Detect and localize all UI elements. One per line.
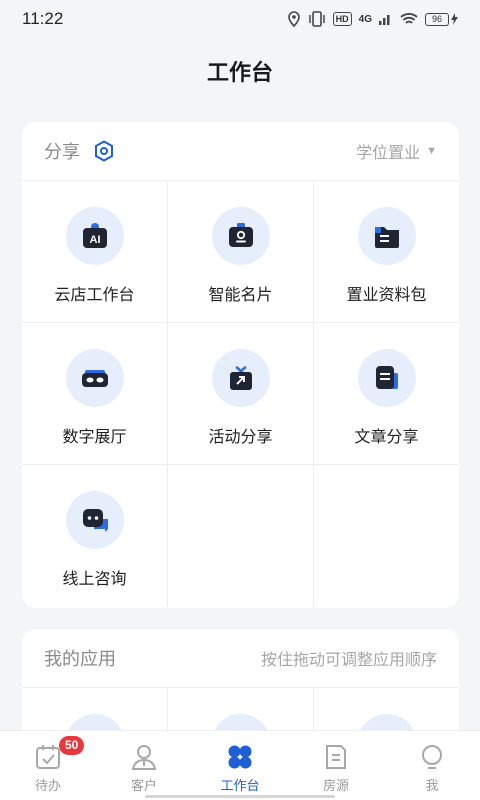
gift-share-icon xyxy=(211,349,270,407)
profile-icon xyxy=(422,745,442,769)
folder-icon xyxy=(357,207,416,265)
tab-customer[interactable]: 客户 xyxy=(96,731,192,800)
battery-icon: 96 xyxy=(425,12,458,26)
chat-consult-icon xyxy=(65,491,124,549)
share-item-smart-card[interactable]: 智能名片 xyxy=(168,181,314,323)
vr-goggles-icon xyxy=(65,349,124,407)
share-card: 分享 学位置业 ▼ AI 云店工作台 智能名片 置业资料包 数字展厅 活动分享 … xyxy=(22,122,459,608)
status-icons: HD 4G 96 xyxy=(287,11,458,27)
share-filter-label: 学位置业 xyxy=(356,145,421,162)
tab-label: 房源 xyxy=(322,778,349,793)
empty-cell xyxy=(314,465,459,607)
business-card-icon xyxy=(211,207,270,265)
share-title: 分享 xyxy=(44,142,80,162)
share-item-info-pack[interactable]: 置业资料包 xyxy=(314,181,459,323)
share-item-label: 数字展厅 xyxy=(62,429,127,446)
caret-down-icon: ▼ xyxy=(426,145,437,157)
my-apps-hint: 按住拖动可调整应用顺序 xyxy=(260,652,437,669)
wifi-icon xyxy=(400,13,418,24)
page-title: 工作台 xyxy=(206,60,273,85)
network-type: 4G xyxy=(358,13,372,25)
share-item-label: 智能名片 xyxy=(208,287,273,304)
listing-doc-icon xyxy=(326,745,346,769)
tab-label: 客户 xyxy=(130,778,157,793)
customer-icon xyxy=(131,745,157,770)
page-header: 工作台 xyxy=(0,38,480,104)
my-apps-header: 我的应用 按住拖动可调整应用顺序 xyxy=(22,629,459,688)
share-item-label: 置业资料包 xyxy=(346,287,427,304)
share-item-label: 文章分享 xyxy=(354,429,419,446)
hd-indicator: HD xyxy=(332,12,352,26)
share-item-activity-share[interactable]: 活动分享 xyxy=(168,323,314,465)
home-indicator[interactable] xyxy=(145,795,335,798)
calendar-check-icon xyxy=(36,745,60,769)
todo-badge: 50 xyxy=(59,736,85,755)
bottom-tab-bar: 50 待办 客户 工作台 房源 我 xyxy=(0,730,480,800)
share-item-cloud-store[interactable]: AI 云店工作台 xyxy=(22,181,168,323)
tab-label: 工作台 xyxy=(220,778,260,793)
vibrate-icon xyxy=(308,11,325,27)
settings-hex-icon[interactable] xyxy=(94,140,114,162)
workbench-icon xyxy=(228,745,252,769)
signal-icon xyxy=(379,15,390,25)
article-icon xyxy=(357,349,416,407)
tab-me[interactable]: 我 xyxy=(384,731,480,800)
share-item-digital-hall[interactable]: 数字展厅 xyxy=(22,323,168,465)
empty-cell xyxy=(168,465,314,607)
share-item-label: 云店工作台 xyxy=(54,287,135,304)
location-icon xyxy=(287,11,300,27)
share-item-label: 线上咨询 xyxy=(62,571,127,588)
status-time: 11:22 xyxy=(22,9,64,28)
tab-todo[interactable]: 50 待办 xyxy=(0,731,96,800)
share-grid: AI 云店工作台 智能名片 置业资料包 数字展厅 活动分享 文章分享 线上咨询 xyxy=(22,181,459,607)
share-filter-dropdown[interactable]: 学位置业 ▼ xyxy=(356,139,437,163)
tab-workbench[interactable]: 工作台 xyxy=(192,731,288,800)
share-item-article-share[interactable]: 文章分享 xyxy=(314,323,459,465)
ai-store-icon: AI xyxy=(65,207,124,265)
svg-text:AI: AI xyxy=(89,234,100,246)
tab-label: 待办 xyxy=(34,778,61,793)
share-item-online-consult[interactable]: 线上咨询 xyxy=(22,465,168,607)
share-item-label: 活动分享 xyxy=(208,429,273,446)
status-bar: 11:22 HD 4G 96 xyxy=(0,0,480,38)
share-card-header: 分享 学位置业 ▼ xyxy=(22,122,459,181)
tab-label: 我 xyxy=(425,778,439,793)
my-apps-title: 我的应用 xyxy=(44,649,116,669)
tab-listings[interactable]: 房源 xyxy=(288,731,384,800)
